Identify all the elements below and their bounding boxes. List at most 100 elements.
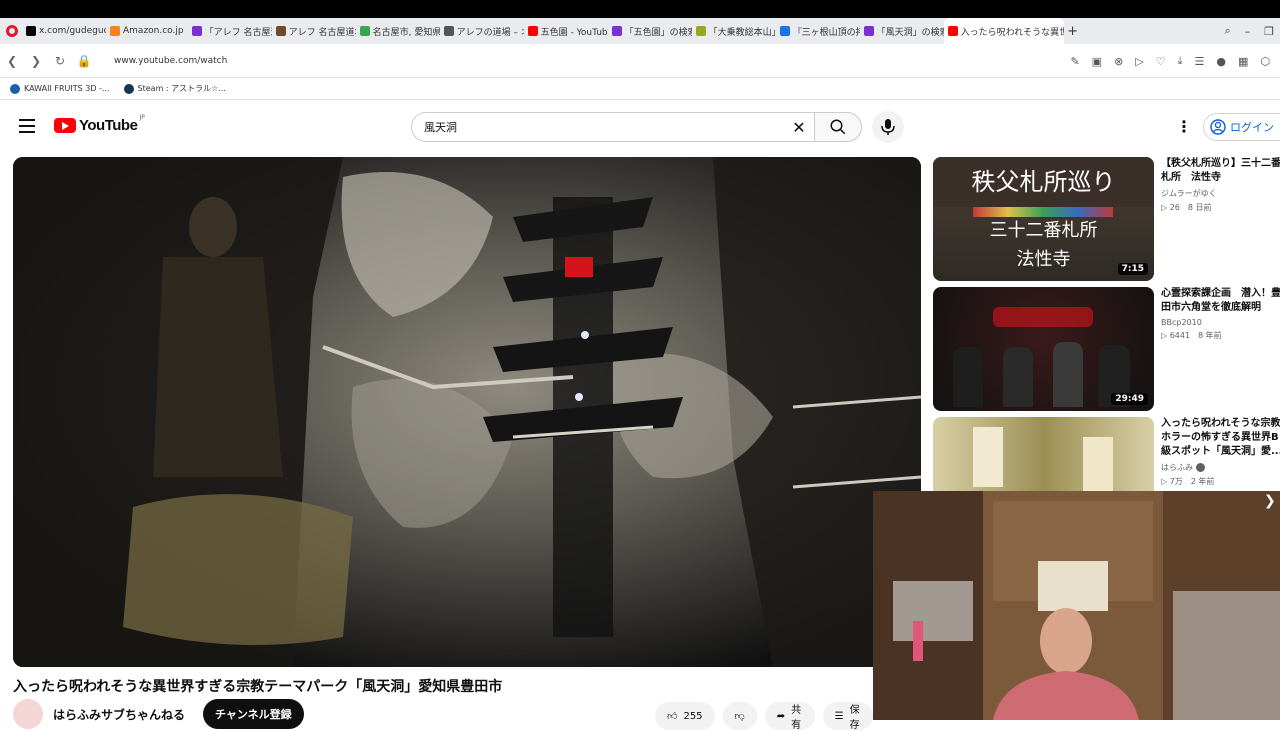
tab-favicon-icon: [527, 26, 538, 36]
login-button[interactable]: ログイン: [1203, 113, 1280, 141]
youtube-play-icon: [54, 118, 76, 133]
search-input[interactable]: 風天洞 ✕: [411, 112, 815, 142]
tab-label: 入ったら呪われそうな異世: [960, 27, 1064, 38]
youtube-logo[interactable]: YouTube JP: [54, 114, 145, 134]
url-field[interactable]: www.youtube.com/watch: [114, 56, 227, 66]
microphone-icon: [881, 119, 895, 135]
browser-tab[interactable]: 『三ヶ根山頂の拷問: [776, 18, 860, 44]
voice-search-button[interactable]: [872, 111, 904, 143]
tab-label: 「風天洞」の検索結: [876, 27, 944, 38]
browser-tab[interactable]: Amazon.co.jp: [106, 18, 188, 44]
tab-favicon-icon: [611, 26, 622, 36]
tab-label: 『三ヶ根山頂の拷問: [792, 27, 860, 38]
address-bar: ❮ ❯ ↻ 🔒 www.youtube.com/watch ✎ ▣ ⊗ ▷ ♡ …: [0, 44, 1280, 78]
new-tab-icon[interactable]: +: [1064, 24, 1082, 39]
minimize-icon[interactable]: –: [1245, 25, 1251, 38]
guide-menu-icon[interactable]: [19, 119, 35, 133]
recommendation-channel[interactable]: ジムラーがゆく: [1161, 188, 1280, 199]
recommendation-thumbnail[interactable]: 秩父札所巡り 三十二番札所 法性寺 7:15: [933, 157, 1154, 281]
restore-icon[interactable]: ❐: [1264, 25, 1274, 38]
bookmark-kawaii[interactable]: KAWAII FRUITS 3D -...: [10, 83, 110, 94]
recommendation-title[interactable]: 心霊探索課企画 潜入！豊田市六角堂を徹底解明: [1161, 287, 1280, 315]
recommendation-meta: ▷ 26 8 日前: [1161, 203, 1212, 212]
clear-search-icon[interactable]: ✕: [784, 118, 814, 137]
forward-icon[interactable]: ❯: [24, 54, 48, 68]
tab-favicon-icon: [110, 26, 120, 36]
tab-favicon-icon: [359, 26, 370, 36]
thumbs-up-icon: 👍︎: [667, 711, 678, 722]
browser-tab[interactable]: 「アレフ 名古屋道場: [188, 18, 272, 44]
tab-favicon-icon: [947, 26, 958, 36]
video-duration: 7:15: [1117, 263, 1148, 275]
tab-favicon-icon: [779, 26, 790, 36]
recommendation-meta: ▷ 6441 8 年前: [1161, 331, 1222, 340]
edit-icon[interactable]: ✎: [1070, 55, 1079, 68]
settings-kebab-icon[interactable]: ⋮: [1176, 117, 1192, 136]
search-tabs-icon[interactable]: ⌕: [1224, 24, 1230, 38]
tab-favicon-icon: [443, 26, 454, 36]
extensions-icon[interactable]: ▦: [1238, 55, 1248, 68]
recommendation-thumbnail[interactable]: 29:49: [933, 287, 1154, 411]
profile-icon[interactable]: ●: [1216, 55, 1226, 68]
browser-tab[interactable]: 「風天洞」の検索結: [860, 18, 944, 44]
screen-top-bar: [0, 0, 1280, 18]
camera-icon[interactable]: ▣: [1092, 55, 1102, 68]
menu-lines-icon[interactable]: ☰: [1195, 55, 1205, 68]
youtube-header: YouTube JP 風天洞 ✕ ⋮ ログイン: [0, 100, 1280, 154]
browser-tab[interactable]: アレフ 名古屋道場: [272, 18, 356, 44]
browser-tab[interactable]: 「大乗教総本山」の: [692, 18, 776, 44]
tab-label: Amazon.co.jp: [123, 26, 184, 36]
recommendation-channel[interactable]: はらふみ: [1161, 462, 1280, 473]
dislike-button[interactable]: 👎︎: [722, 702, 757, 730]
recommendation-item[interactable]: 秩父札所巡り 三十二番札所 法性寺 7:15 【秩父札所巡り】三十二番札所 法性…: [933, 157, 1280, 281]
tab-label: 「五色園」の検索結: [624, 27, 692, 38]
subscribe-button[interactable]: チャンネル登録: [203, 699, 304, 729]
tab-label: 名古屋市, 愛知県: [372, 27, 440, 38]
recommendation-meta: ▷ 7万 2 年前: [1161, 477, 1215, 486]
bookmark-steam[interactable]: Steam : アストラル☆...: [123, 83, 226, 94]
steam-icon: [123, 83, 134, 94]
browser-tab-strip: x.com/gudegude Amazon.co.jp 「アレフ 名古屋道場 アレフ …: [0, 18, 1280, 44]
player-icon[interactable]: ▷: [1135, 55, 1143, 68]
tab-label: x.com/gudegude: [39, 26, 106, 36]
thumbs-down-icon: 👎︎: [734, 711, 745, 722]
tab-label: 「大乗教総本山」の: [708, 27, 776, 38]
browser-tab[interactable]: 「五色園」の検索結: [608, 18, 692, 44]
browser-tab[interactable]: アレフの道場 – オウ: [440, 18, 524, 44]
video-title: 入ったら呪われそうな異世界すぎる宗教テーマパーク「風天洞」愛知県豊田市: [13, 679, 503, 695]
video-player[interactable]: [13, 157, 921, 667]
search-button[interactable]: [814, 112, 862, 142]
adblock-icon[interactable]: ⊗: [1114, 55, 1123, 68]
overlay-close-icon[interactable]: ❯: [1264, 493, 1276, 509]
browser-tab[interactable]: 入ったら呪われそうな異世✕: [943, 18, 1064, 44]
recommendation-title[interactable]: 入ったら呪われそうな宗教ホラーの怖すぎる異世界B級スポット「風天洞」愛...: [1161, 417, 1280, 459]
heart-icon[interactable]: ♡: [1156, 55, 1166, 68]
recommendation-title[interactable]: 【秩父札所巡り】三十二番札所 法性寺: [1161, 157, 1280, 185]
tab-label: アレフ 名古屋道場: [288, 27, 356, 38]
reload-icon[interactable]: ↻: [48, 54, 72, 68]
video-duration: 29:49: [1111, 393, 1148, 405]
tab-favicon-icon: [275, 26, 286, 36]
tab-favicon-icon: [191, 26, 202, 36]
share-button[interactable]: ➦ 共有: [764, 702, 815, 731]
tab-favicon-icon: [695, 26, 706, 36]
recommendation-channel[interactable]: BBcp2010: [1161, 318, 1280, 327]
tab-label: 「アレフ 名古屋道場: [204, 27, 272, 38]
tab-favicon-icon: [863, 26, 874, 36]
browser-tab[interactable]: x.com/gudegude: [22, 18, 106, 44]
channel-avatar[interactable]: [13, 699, 43, 729]
save-button[interactable]: ☰ 保存: [822, 702, 873, 731]
cube-icon[interactable]: ⬡: [1260, 55, 1270, 68]
browser-tab[interactable]: 五色園 - YouTube: [524, 18, 608, 44]
opera-logo-icon[interactable]: [6, 25, 18, 37]
video-owner-row: はらふみサブちゃんねる チャンネル登録 👍︎ 255 👎︎ ➦ 共有 ☰ 保存: [13, 699, 873, 731]
download-icon[interactable]: ⤓: [1178, 54, 1183, 68]
bookmark-globe-icon: [10, 83, 20, 94]
tab-label: 五色園 - YouTube: [540, 27, 608, 38]
like-button[interactable]: 👍︎ 255: [655, 702, 715, 730]
account-icon: [1210, 119, 1226, 135]
back-icon[interactable]: ❮: [0, 54, 24, 68]
recommendation-item[interactable]: 29:49 心霊探索課企画 潜入！豊田市六角堂を徹底解明 BBcp2010 ▷ …: [933, 287, 1280, 411]
webcam-overlay: [873, 491, 1280, 720]
browser-tab[interactable]: 名古屋市, 愛知県: [356, 18, 440, 44]
